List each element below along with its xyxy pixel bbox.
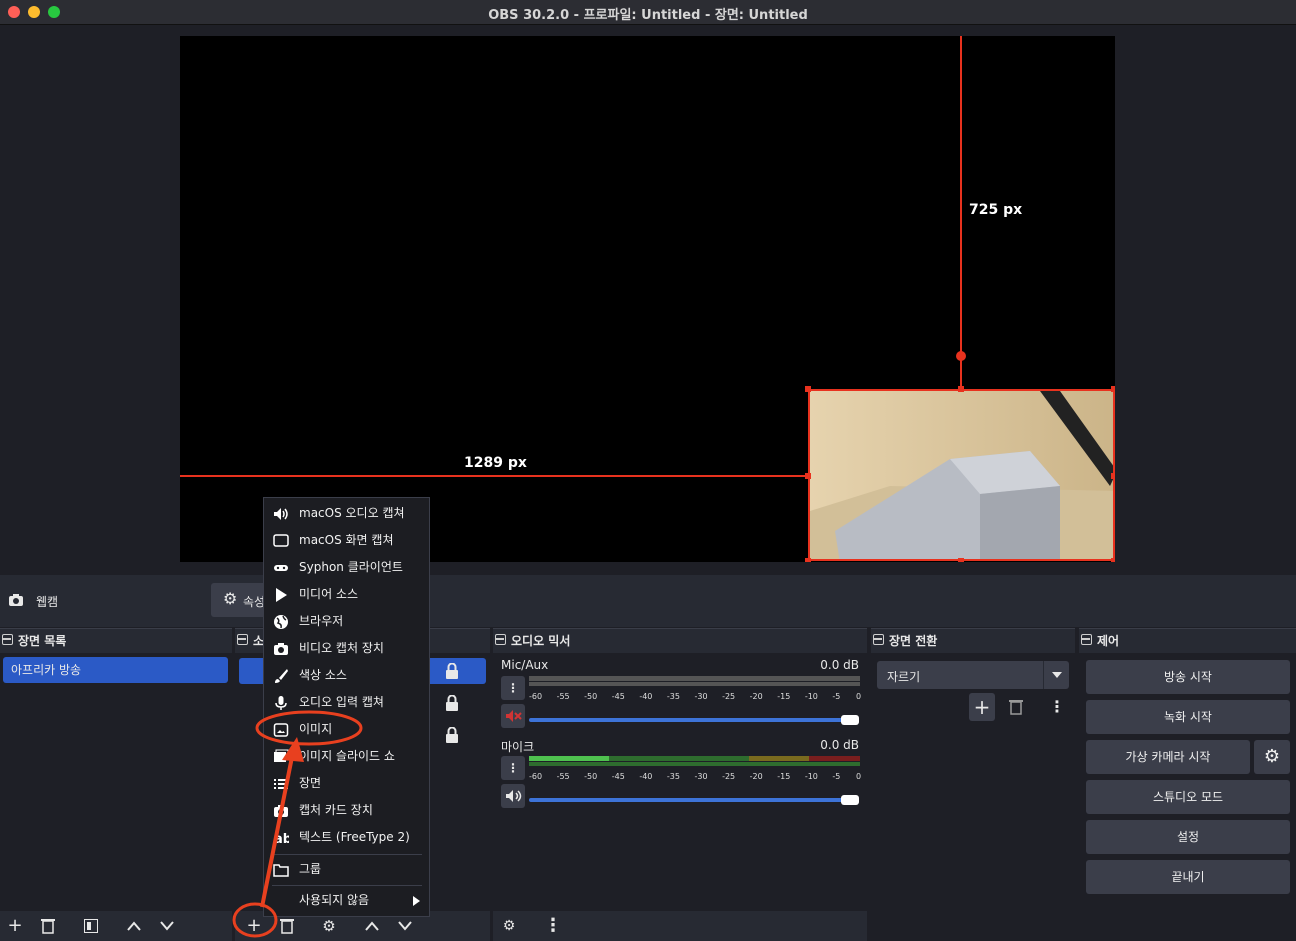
annotation-overlay: [232, 710, 363, 938]
annotation-arrowhead: [282, 737, 304, 762]
highlight-circle-image-item: [255, 710, 363, 746]
annotation-arrow-line: [260, 751, 295, 908]
highlight-circle-add-button: [232, 902, 278, 938]
